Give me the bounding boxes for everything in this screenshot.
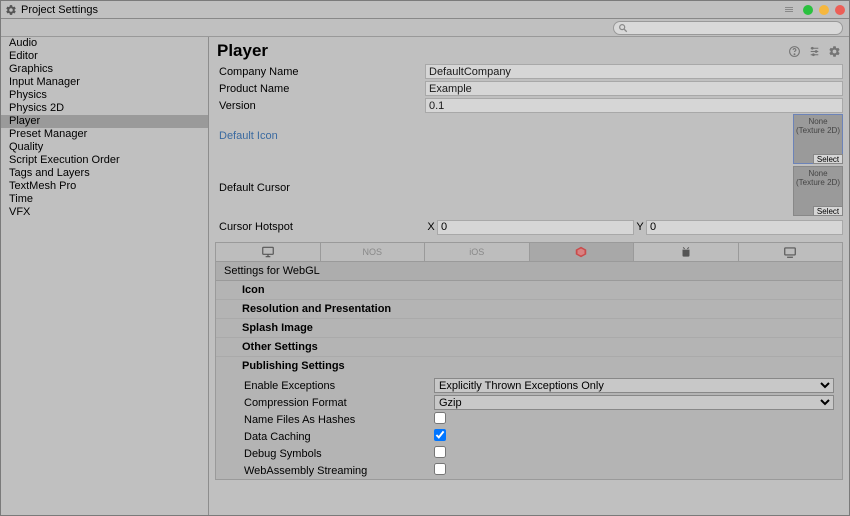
webassembly-streaming-label: WebAssembly Streaming <box>224 465 434 477</box>
menu-icon[interactable] <box>785 7 793 12</box>
enable-exceptions-select[interactable]: Explicitly Thrown Exceptions Only <box>434 378 834 393</box>
debug-symbols-checkbox[interactable] <box>434 446 446 458</box>
sidebar-item-editor[interactable]: Editor <box>1 50 208 63</box>
hotspot-x-label: X <box>425 221 437 233</box>
enable-exceptions-label: Enable Exceptions <box>224 380 434 392</box>
platform-tab-ios[interactable]: iOS <box>425 243 530 261</box>
hotspot-x-input[interactable] <box>437 220 634 235</box>
sidebar-item-physics[interactable]: Physics <box>1 89 208 102</box>
foldout-icon[interactable]: Icon <box>216 281 842 300</box>
platform-tab-tv[interactable] <box>739 243 843 261</box>
sidebar-item-player[interactable]: Player <box>1 115 208 128</box>
version-input[interactable] <box>425 98 843 113</box>
platform-tab-android[interactable] <box>634 243 739 261</box>
project-settings-window: Project Settings AudioEditorGraphicsInpu… <box>0 0 850 516</box>
name-files-as-hashes-checkbox[interactable] <box>434 412 446 424</box>
sidebar-item-preset-manager[interactable]: Preset Manager <box>1 128 208 141</box>
asset-none-text: None (Texture 2D) <box>794 115 842 135</box>
default-icon-label: Default Icon <box>219 114 429 142</box>
product-name-input[interactable] <box>425 81 843 96</box>
compression-format-label: Compression Format <box>224 397 434 409</box>
publishing-settings-body: Enable Exceptions Explicitly Thrown Exce… <box>216 375 842 479</box>
webassembly-streaming-checkbox[interactable] <box>434 463 446 475</box>
company-name-row: Company Name <box>215 63 843 80</box>
platform-tabs: NOSiOS <box>215 242 843 262</box>
foldout-list: IconResolution and PresentationSplash Im… <box>216 281 842 375</box>
hotspot-y-input[interactable] <box>646 220 843 235</box>
search-input[interactable] <box>628 22 838 33</box>
settings-category-list: AudioEditorGraphicsInput ManagerPhysicsP… <box>1 37 209 515</box>
asset-select-button[interactable]: Select <box>813 206 843 216</box>
title-bar: Project Settings <box>1 1 849 19</box>
window-controls <box>785 5 845 15</box>
platform-tab-nos[interactable]: NOS <box>321 243 426 261</box>
debug-symbols-label: Debug Symbols <box>224 448 434 460</box>
foldout-other-settings[interactable]: Other Settings <box>216 338 842 357</box>
platform-tab-desktop[interactable] <box>216 243 321 261</box>
settings-for-label: Settings for WebGL <box>216 262 842 281</box>
hotspot-y-label: Y <box>634 221 646 233</box>
window-min-button[interactable] <box>803 5 813 15</box>
cursor-hotspot-label: Cursor Hotspot <box>215 221 425 233</box>
default-cursor-asset[interactable]: None (Texture 2D) Select <box>793 166 843 216</box>
compression-format-row: Compression Format Gzip <box>224 394 834 411</box>
sidebar-item-graphics[interactable]: Graphics <box>1 63 208 76</box>
product-name-row: Product Name <box>215 80 843 97</box>
settings-gear-button[interactable] <box>827 44 841 58</box>
debug-symbols-row: Debug Symbols <box>224 445 834 462</box>
sidebar-item-audio[interactable]: Audio <box>1 37 208 50</box>
gear-icon <box>5 4 17 16</box>
data-caching-label: Data Caching <box>224 431 434 443</box>
default-icon-asset[interactable]: None (Texture 2D) Select <box>793 114 843 164</box>
asset-select-button[interactable]: Select <box>813 154 843 164</box>
foldout-resolution-and-presentation[interactable]: Resolution and Presentation <box>216 300 842 319</box>
compression-format-select[interactable]: Gzip <box>434 395 834 410</box>
toolbar <box>1 19 849 37</box>
panel-title: Player <box>217 41 268 61</box>
window-max-button[interactable] <box>819 5 829 15</box>
window-close-button[interactable] <box>835 5 845 15</box>
platform-tab-webgl[interactable] <box>530 243 635 261</box>
sidebar-item-input-manager[interactable]: Input Manager <box>1 76 208 89</box>
panel-scroll[interactable]: Company Name Product Name Version Defaul… <box>209 63 849 515</box>
company-name-label: Company Name <box>215 66 425 78</box>
webassembly-streaming-row: WebAssembly Streaming <box>224 462 834 479</box>
data-caching-row: Data Caching <box>224 428 834 445</box>
body: AudioEditorGraphicsInput ManagerPhysicsP… <box>1 37 849 515</box>
panel-header: Player <box>209 37 849 63</box>
platform-settings-panel: Settings for WebGL IconResolution and Pr… <box>215 262 843 480</box>
presets-button[interactable] <box>807 44 821 58</box>
sidebar-item-script-execution-order[interactable]: Script Execution Order <box>1 154 208 167</box>
name-files-as-hashes-row: Name Files As Hashes <box>224 411 834 428</box>
cursor-hotspot-row: Cursor Hotspot X Y <box>215 218 843 236</box>
version-label: Version <box>215 100 425 112</box>
product-name-label: Product Name <box>215 83 425 95</box>
data-caching-checkbox[interactable] <box>434 429 446 441</box>
default-cursor-label: Default Cursor <box>219 166 429 194</box>
window-title: Project Settings <box>21 4 98 16</box>
foldout-splash-image[interactable]: Splash Image <box>216 319 842 338</box>
sidebar-item-tags-and-layers[interactable]: Tags and Layers <box>1 167 208 180</box>
window-tab[interactable]: Project Settings <box>5 4 98 16</box>
sidebar-item-quality[interactable]: Quality <box>1 141 208 154</box>
settings-panel: Player Company Name Product Name Version <box>209 37 849 515</box>
help-button[interactable] <box>787 44 801 58</box>
asset-none-text: None (Texture 2D) <box>794 167 842 187</box>
sidebar-item-vfx[interactable]: VFX <box>1 206 208 219</box>
search-icon <box>618 23 628 33</box>
company-name-input[interactable] <box>425 64 843 79</box>
default-cursor-row: Default Cursor None (Texture 2D) Select <box>215 166 843 218</box>
sidebar-item-textmesh-pro[interactable]: TextMesh Pro <box>1 180 208 193</box>
name-files-as-hashes-label: Name Files As Hashes <box>224 414 434 426</box>
enable-exceptions-row: Enable Exceptions Explicitly Thrown Exce… <box>224 377 834 394</box>
default-icon-row: Default Icon None (Texture 2D) Select <box>215 114 843 166</box>
search-field[interactable] <box>613 21 843 35</box>
version-row: Version <box>215 97 843 114</box>
sidebar-item-physics-2d[interactable]: Physics 2D <box>1 102 208 115</box>
foldout-publishing-settings[interactable]: Publishing Settings <box>216 357 842 375</box>
sidebar-item-time[interactable]: Time <box>1 193 208 206</box>
